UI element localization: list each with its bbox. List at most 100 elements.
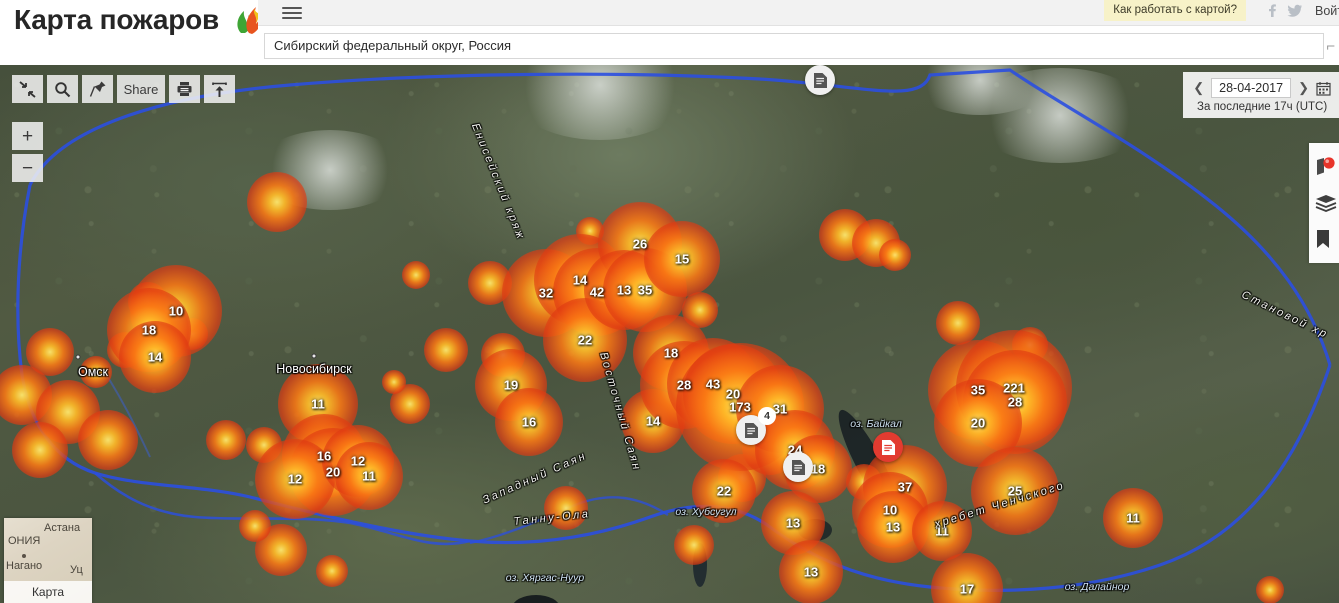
document-marker[interactable] [873, 432, 903, 462]
cloud [910, 65, 1050, 115]
fire-cluster [621, 389, 685, 453]
fire-cluster [255, 439, 335, 519]
fire-cluster [475, 349, 547, 421]
search-button[interactable] [47, 75, 78, 103]
fire-cluster [928, 340, 1028, 440]
date-value[interactable]: 28-04-2017 [1211, 78, 1292, 98]
fire-cluster [683, 344, 783, 444]
water-label: оз. Далайнор [1064, 581, 1130, 593]
fire-cluster [289, 428, 377, 516]
share-button[interactable]: Share [117, 75, 165, 103]
fire-cluster-count: 14 [572, 272, 588, 288]
collapse-arrows-icon [19, 80, 36, 98]
minimap-label: ОНИЯ [8, 535, 41, 547]
fire-cluster-count: 13 [803, 564, 819, 580]
minimap-city-dot [22, 554, 26, 558]
fire-hotspot [128, 282, 168, 322]
fire-hotspot [682, 292, 718, 328]
fire-hotspot [316, 555, 348, 587]
fire-cluster-count: 12 [287, 471, 303, 487]
export-button[interactable] [204, 75, 235, 103]
fullscreen-collapse-button[interactable] [12, 75, 43, 103]
layers-button[interactable] [1309, 185, 1339, 221]
fire-cluster-count: 173 [729, 399, 751, 415]
zoom-out-button[interactable]: − [12, 154, 43, 182]
fire-cluster-count: 19 [503, 377, 519, 393]
fire-hotspot [936, 301, 980, 345]
fire-cluster-count: 16 [316, 448, 332, 464]
fire-cluster-count: 37 [897, 479, 913, 495]
fire-cluster [598, 202, 682, 286]
terrain-label: Енисейский кряж [468, 121, 528, 243]
water-label: оз. Хяргас-Нуур [505, 572, 585, 584]
document-marker[interactable] [805, 65, 835, 95]
fire-hotspot [846, 464, 882, 500]
city-dot [75, 354, 81, 360]
fire-cluster-count: 28 [676, 377, 692, 393]
header-strip: Как работать с картой? Войти [258, 0, 1339, 26]
chevron-right-icon[interactable]: ❯ [1298, 80, 1309, 96]
fire-hotspot [674, 525, 714, 565]
fire-cluster-count: 12 [350, 453, 366, 469]
map-pin-red-icon [1317, 157, 1335, 175]
date-panel: ❮ 28-04-2017 ❯ За последние 17ч (UTC) [1183, 72, 1339, 118]
facebook-icon[interactable] [1265, 3, 1279, 18]
fire-hotspot [1256, 576, 1284, 603]
fire-hotspot [576, 217, 604, 245]
search-icon [55, 81, 71, 97]
chevron-left-icon[interactable]: ❮ [1193, 80, 1204, 96]
print-button[interactable] [169, 75, 200, 103]
marker-badge: 4 [758, 407, 776, 425]
fire-cluster-count: 20 [725, 386, 741, 402]
map-canvas[interactable]: 10 18 14 11 16 20 12 12 11 19 16 32 14 42 22 26 13 35 15 18… [0, 65, 1339, 603]
cloud [505, 65, 695, 140]
fire-cluster [130, 265, 222, 357]
minimap-label: Нагано [6, 560, 43, 572]
layers-icon [1315, 195, 1337, 212]
zoom-controls: + − [12, 122, 43, 182]
brand: Карта пожаров [14, 4, 263, 36]
fire-cluster [543, 298, 627, 382]
signin-link[interactable]: Войти [1315, 4, 1339, 18]
fire-cluster [322, 425, 394, 497]
calendar-icon[interactable] [1316, 81, 1331, 96]
help-badge[interactable]: Как работать с картой? [1104, 0, 1246, 21]
fire-cluster-count: 20 [970, 415, 986, 431]
bookmarks-button[interactable] [1309, 221, 1339, 257]
fire-cluster [534, 234, 626, 326]
fire-cluster [502, 249, 590, 337]
fire-hotspot [206, 420, 246, 460]
fire-hotspot [176, 318, 208, 350]
bookmark-icon [1317, 230, 1329, 248]
fire-hotspot [246, 427, 282, 463]
fire-cluster-count: 35 [637, 282, 653, 298]
hamburger-menu-icon[interactable] [282, 4, 302, 22]
fire-hotspot [468, 261, 512, 305]
fire-cluster-count: 22 [716, 483, 732, 499]
fire-cluster-count: 25 [1007, 483, 1023, 499]
city-dot [311, 353, 317, 359]
fire-cluster-count: 42 [589, 284, 605, 300]
printer-icon [177, 82, 192, 96]
pin-marker-button[interactable] [82, 75, 113, 103]
fire-cluster-count: 18 [663, 345, 679, 361]
document-marker[interactable]: 4 [736, 407, 776, 445]
minimap-toggle-label[interactable]: Карта [4, 581, 92, 603]
search-input[interactable] [264, 32, 1324, 59]
markers-layer-button[interactable] [1309, 149, 1339, 185]
fire-hotspot [107, 332, 143, 368]
document-marker[interactable] [783, 452, 813, 482]
fire-cluster-count: 11 [311, 396, 325, 412]
fire-cluster [956, 330, 1072, 446]
fire-hotspot [26, 328, 74, 376]
fire-cluster-count: 16 [521, 414, 537, 430]
social-links [1265, 3, 1303, 18]
fire-cluster [644, 221, 720, 297]
fire-cluster [676, 343, 804, 471]
fire-cluster-count: 221 [1003, 380, 1025, 396]
twitter-icon[interactable] [1287, 3, 1303, 18]
fire-cluster-count: 22 [577, 332, 593, 348]
fire-cluster [603, 248, 687, 332]
zoom-in-button[interactable]: + [12, 122, 43, 150]
minimap[interactable]: Астана ОНИЯ Нагано Уц Карта [4, 518, 92, 603]
